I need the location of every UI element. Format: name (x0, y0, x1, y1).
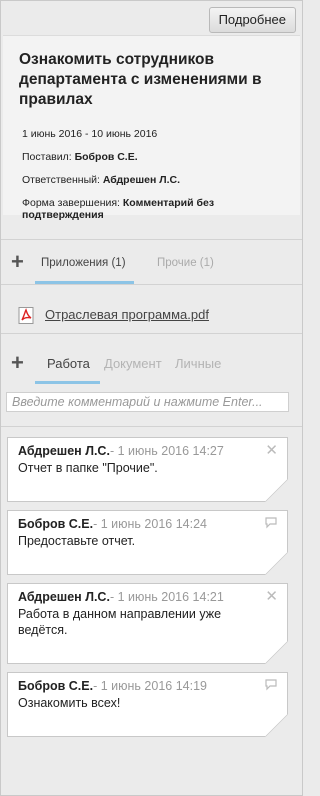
responsible-row: Ответственный: Абдрешен Л.С. (22, 174, 286, 186)
details-button[interactable]: Подробнее (208, 7, 296, 33)
comment-item: Бобров С.Е.- 1 июнь 2016 14:24 Предостав… (7, 510, 288, 575)
close-icon[interactable]: ✕ (265, 589, 278, 604)
comment-date: 1 июнь 2016 14:21 (117, 590, 224, 604)
comment-author: Бобров С.Е. (18, 679, 94, 693)
assigned-by-row: Поставил: Бобров С.Е. (22, 151, 286, 163)
tab-personal[interactable]: Личные (175, 356, 221, 371)
assigned-by-label: Поставил: (22, 151, 72, 163)
comment-list: Абдрешен Л.С.- 1 июнь 2016 14:27 Отчет в… (1, 427, 302, 737)
page-fold (265, 552, 288, 575)
active-tab-indicator (35, 281, 134, 284)
comment-separator: - (109, 590, 115, 604)
comment-author: Абдрешен Л.С. (18, 444, 110, 458)
page-fold (265, 641, 288, 664)
assigned-by-value: Бобров С.Е. (74, 151, 138, 163)
comment-author: Бобров С.Е. (18, 517, 94, 531)
comment-tabs: + Работа Документ Личные (1, 334, 302, 384)
attachment-list: Отраслевая программа.pdf (1, 285, 302, 335)
page-fold (265, 714, 288, 737)
task-title: Ознакомить сотрудников департамента с из… (19, 51, 262, 108)
tab-document[interactable]: Документ (104, 356, 162, 371)
comment-input[interactable]: Введите комментарий и нажмите Enter... (6, 392, 289, 412)
page-fold (265, 479, 288, 502)
comment-text: Ознакомить всех! (18, 696, 121, 710)
tab-work[interactable]: Работа (47, 356, 90, 371)
comment-text: Предоставьте отчет. (18, 534, 136, 548)
responsible-value: Абдрешен Л.С. (102, 174, 181, 186)
top-bar: Подробнее (1, 1, 302, 35)
task-card: Ознакомить сотрудников департамента с из… (3, 35, 300, 221)
comment-date: 1 июнь 2016 14:27 (117, 444, 224, 458)
add-attachment-icon[interactable]: + (11, 251, 24, 273)
reply-icon[interactable] (264, 516, 278, 532)
comment-date: 1 июнь 2016 14:24 (100, 517, 207, 531)
task-meta: 1 июнь 2016 - 10 июнь 2016 Поставил: Боб… (22, 128, 286, 221)
attachment-link[interactable]: Отраслевая программа.pdf (45, 307, 209, 322)
close-icon[interactable]: ✕ (265, 443, 278, 458)
comment-item: Бобров С.Е.- 1 июнь 2016 14:19 Ознакомит… (7, 672, 288, 737)
tab-other[interactable]: Прочие (1) (157, 257, 214, 269)
pdf-icon (18, 307, 34, 324)
comment-item: Абдрешен Л.С.- 1 июнь 2016 14:27 Отчет в… (7, 437, 288, 502)
comment-text: Работа в данном направлении уже ведётся. (18, 607, 222, 637)
comment-separator: - (93, 517, 98, 531)
comment-separator: - (109, 444, 115, 458)
tab-attachments[interactable]: Приложения (1) (41, 257, 126, 269)
add-comment-icon[interactable]: + (11, 352, 24, 374)
comment-text: Отчет в папке "Прочие". (18, 461, 158, 475)
attachments-tabs: + Приложения (1) Прочие (1) (1, 240, 302, 284)
comment-date: 1 июнь 2016 14:19 (100, 679, 207, 693)
comment-author: Абдрешен Л.С. (18, 590, 110, 604)
responsible-label: Ответственный: (22, 174, 100, 186)
reply-icon[interactable] (264, 678, 278, 694)
task-panel: Подробнее Ознакомить сотрудников департа… (0, 0, 303, 796)
comment-item: Абдрешен Л.С.- 1 июнь 2016 14:21 Работа … (7, 583, 288, 664)
completion-row: Форма завершения: Комментарий без подтве… (22, 197, 286, 221)
completion-label: Форма завершения: (22, 197, 120, 209)
comment-input-area: Введите комментарий и нажмите Enter... (1, 384, 302, 420)
comment-separator: - (93, 679, 98, 693)
task-dates: 1 июнь 2016 - 10 июнь 2016 (22, 128, 158, 140)
